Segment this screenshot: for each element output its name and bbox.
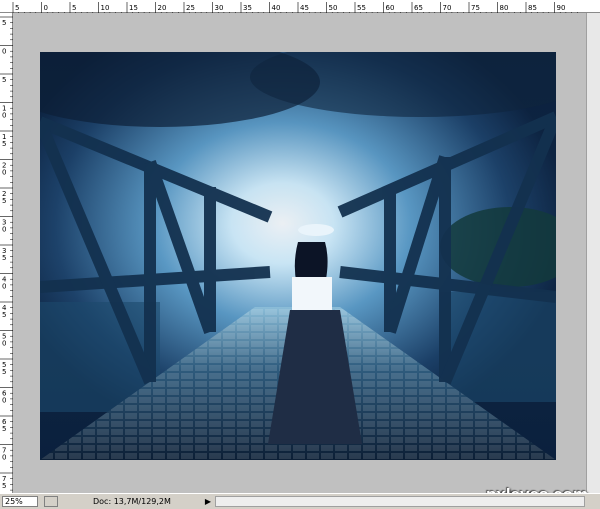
ruler-label: 5 [72,4,76,12]
zoom-level-field[interactable]: 25% [2,496,38,507]
vertical-scrollbar[interactable] [586,13,600,493]
ruler-label: 5 [2,197,6,205]
ruler-label: 40 [272,4,281,12]
artwork [40,52,556,460]
ruler-label: 0 [2,340,6,348]
ruler-label: 0 [2,454,6,462]
ruler-label: 0 [2,169,6,177]
ruler-label: 5 [15,4,19,12]
ruler-label: 65 [414,4,423,12]
ruler-label: 10 [101,4,110,12]
horizontal-ruler[interactable]: 5 0 5 10 15 20 25 30 35 40 45 50 55 60 65 70 75 80 85 90 [0,0,600,15]
ruler-label: 5 [2,368,6,376]
ruler-label: 85 [528,4,537,12]
ruler-label: 5 [2,19,6,27]
ruler-label: 30 [215,4,224,12]
vertical-ruler-ticks: 5051015202530354045505560657075 [0,16,13,497]
ruler-label: 5 [2,425,6,433]
ruler-label: 5 [2,311,6,319]
ruler-label: 45 [300,4,309,12]
ruler-label: 5 [2,482,6,490]
ruler-label: 25 [186,4,195,12]
ruler-label: 5 [2,254,6,262]
ruler-label: 0 [2,397,6,405]
status-menu-arrow-icon[interactable]: ▶ [203,496,213,507]
horizontal-scrollbar[interactable] [215,496,585,507]
ruler-label: 0 [2,48,6,56]
preview-icon[interactable] [44,496,58,507]
ruler-label: 55 [357,4,366,12]
ruler-label: 0 [44,4,48,12]
ruler-label: 15 [129,4,138,12]
status-bar: 25% Doc: 13,7M/129,2M ▶ [0,493,600,509]
ruler-label: 50 [329,4,338,12]
ruler-label: 5 [2,140,6,148]
ruler-label: 70 [443,4,452,12]
ruler-label: 0 [2,226,6,234]
ruler-label: 60 [386,4,395,12]
vertical-ruler[interactable]: 5051015202530354045505560657075 [0,13,13,497]
ruler-label: 0 [2,112,6,120]
ruler-label: 5 [2,76,6,84]
ruler-label: 75 [471,4,480,12]
ruler-label: 20 [158,4,167,12]
ruler-label: 0 [2,283,6,291]
ruler-label: 80 [500,4,509,12]
document-image[interactable] [40,52,556,460]
ruler-label: 35 [243,4,252,12]
document-size-info: Doc: 13,7M/129,2M [93,497,171,506]
ruler-label: 90 [557,4,566,12]
